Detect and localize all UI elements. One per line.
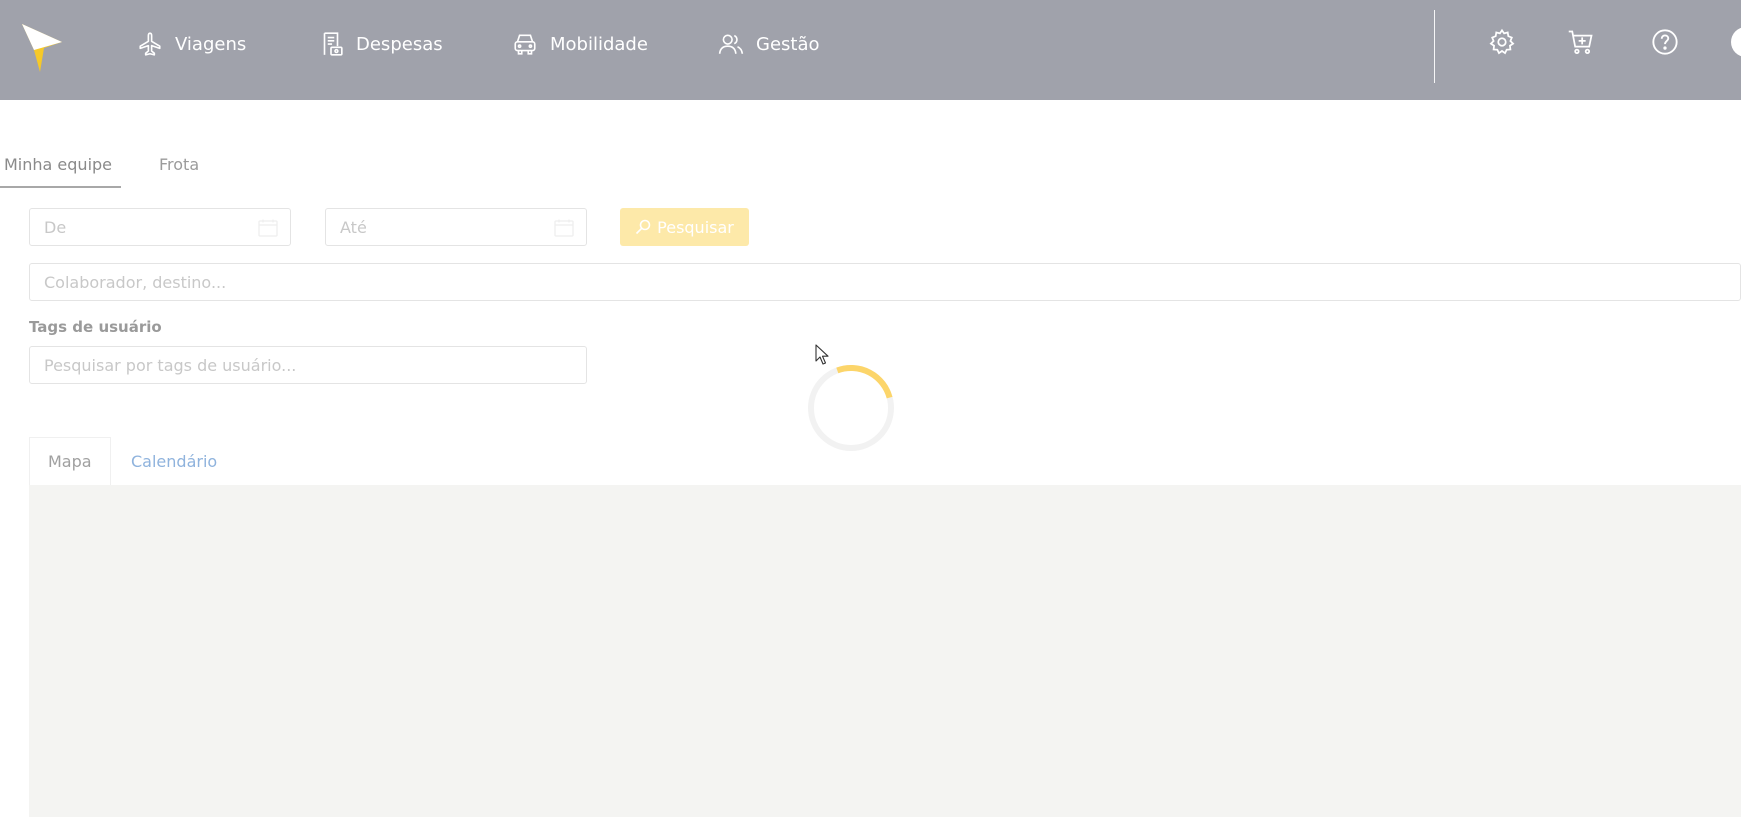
nav-divider bbox=[1434, 10, 1435, 83]
nav-item-label: Mobilidade bbox=[550, 33, 648, 55]
receipt-icon bbox=[323, 32, 343, 56]
users-icon bbox=[718, 34, 744, 54]
active-tab-indicator bbox=[0, 186, 121, 188]
avatar[interactable] bbox=[1731, 27, 1741, 57]
user-tags-placeholder: Pesquisar por tags de usuário... bbox=[44, 355, 297, 375]
tab-calendario-label: Calendário bbox=[131, 451, 218, 471]
search-icon bbox=[636, 219, 651, 235]
cart-add-icon[interactable] bbox=[1567, 28, 1595, 56]
tab-calendario[interactable]: Calendário bbox=[113, 437, 235, 485]
tab-mapa-label: Mapa bbox=[48, 452, 92, 471]
top-navigation-bar: Viagens Despesas Mobilidade Gestão bbox=[0, 0, 1741, 100]
mouse-cursor-icon bbox=[815, 344, 829, 365]
nav-item-label: Despesas bbox=[356, 33, 443, 55]
collaborator-destination-placeholder: Colaborador, destino... bbox=[44, 272, 227, 292]
nav-item-label: Gestão bbox=[756, 33, 820, 55]
tags-label: Tags de usuário bbox=[29, 318, 162, 336]
tab-minha-equipe[interactable]: Minha equipe bbox=[4, 155, 112, 174]
nav-item-despesas[interactable]: Despesas bbox=[318, 30, 443, 58]
search-button-label: Pesquisar bbox=[657, 217, 734, 237]
date-to-placeholder: Até bbox=[340, 217, 367, 237]
calendar-icon[interactable] bbox=[554, 219, 574, 237]
gear-icon[interactable] bbox=[1488, 28, 1516, 56]
airplane-icon bbox=[139, 32, 161, 56]
nav-item-gestao[interactable]: Gestão bbox=[718, 30, 820, 58]
help-icon[interactable] bbox=[1651, 28, 1679, 56]
car-icon bbox=[514, 34, 536, 55]
tab-mapa[interactable]: Mapa bbox=[29, 437, 111, 485]
map-area[interactable] bbox=[29, 485, 1741, 817]
nav-item-label: Viagens bbox=[175, 33, 247, 55]
user-tags-input[interactable]: Pesquisar por tags de usuário... bbox=[29, 346, 587, 384]
loading-spinner-icon bbox=[808, 365, 894, 451]
date-from-placeholder: De bbox=[44, 217, 67, 237]
nav-item-mobilidade[interactable]: Mobilidade bbox=[512, 30, 648, 58]
date-from-field[interactable]: De bbox=[29, 208, 291, 246]
nav-item-viagens[interactable]: Viagens bbox=[137, 30, 246, 58]
brand-logo-icon[interactable] bbox=[20, 20, 64, 74]
calendar-icon[interactable] bbox=[258, 219, 278, 237]
collaborator-destination-input[interactable]: Colaborador, destino... bbox=[29, 263, 1741, 301]
search-button[interactable]: Pesquisar bbox=[620, 208, 749, 246]
date-to-field[interactable]: Até bbox=[325, 208, 587, 246]
tab-frota[interactable]: Frota bbox=[159, 155, 199, 174]
